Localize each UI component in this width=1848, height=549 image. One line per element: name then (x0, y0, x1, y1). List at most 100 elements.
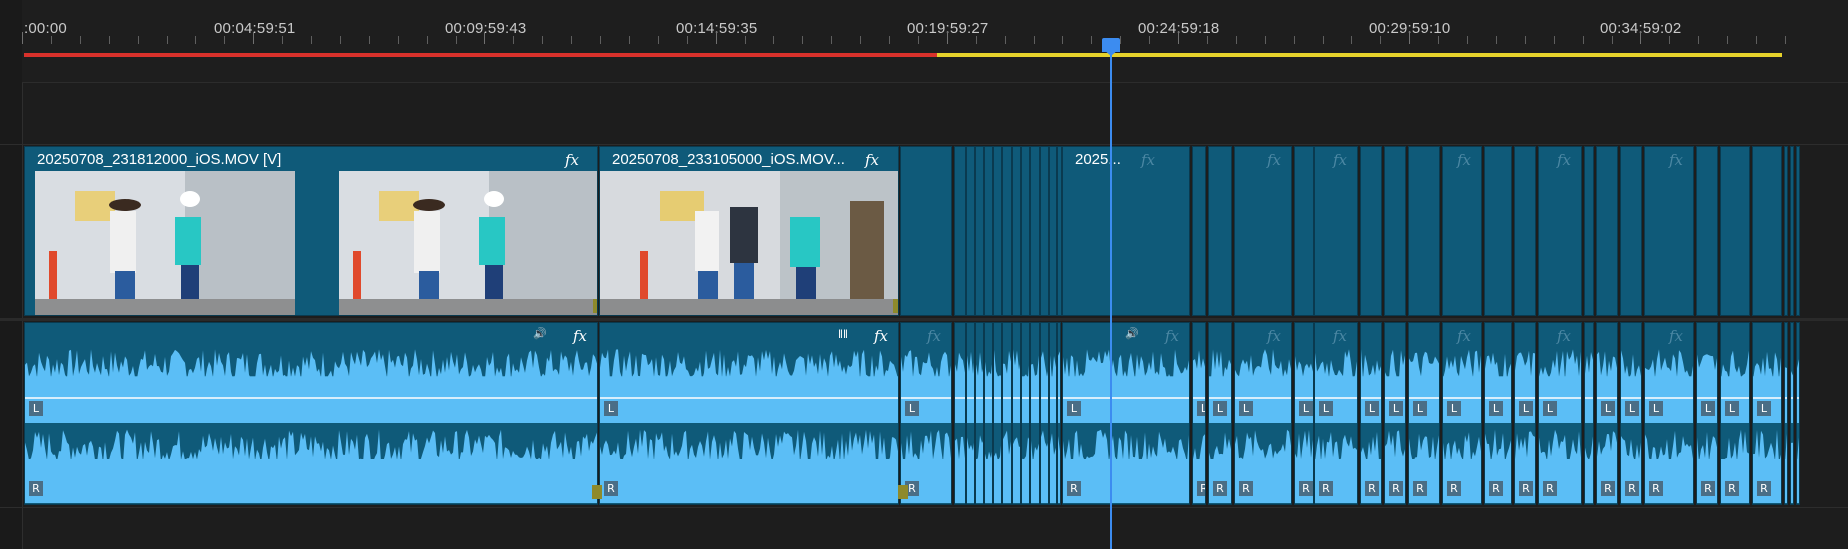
video-clip[interactable]: fx (1644, 146, 1694, 316)
audio-clip[interactable] (975, 322, 984, 505)
audio-clip[interactable]: L Rfx (900, 322, 952, 505)
volume-line[interactable] (1050, 397, 1056, 399)
fx-icon[interactable]: fx (865, 151, 879, 169)
clip-marker[interactable] (593, 299, 597, 313)
volume-line[interactable] (985, 397, 992, 399)
audio-clip[interactable] (984, 322, 993, 505)
volume-line[interactable] (1721, 397, 1749, 399)
audio-clip[interactable] (1040, 322, 1049, 505)
audio-clip[interactable] (993, 322, 1002, 505)
audio-clip[interactable]: L Rfx 🔊 (24, 322, 598, 505)
audio-clip[interactable] (1796, 322, 1800, 505)
volume-line[interactable] (967, 397, 974, 399)
volume-line[interactable] (1003, 397, 1011, 399)
video-clip[interactable] (984, 146, 993, 316)
audio-clip[interactable]: L Rfx (1234, 322, 1292, 505)
volume-line[interactable] (600, 397, 898, 399)
volume-line[interactable] (1058, 397, 1060, 399)
audio-clip[interactable]: LR (1384, 322, 1406, 505)
video-clip[interactable] (1049, 146, 1057, 316)
audio-clip[interactable]: LR (1696, 322, 1718, 505)
audio-clip[interactable] (1002, 322, 1012, 505)
volume-line[interactable] (1193, 397, 1205, 399)
audio-clip[interactable]: L Rfx (1314, 322, 1358, 505)
video-clip[interactable] (1021, 146, 1030, 316)
video-clip[interactable] (1040, 146, 1049, 316)
fx-icon[interactable]: fx (1267, 151, 1281, 169)
audio-clip[interactable]: L Rfx (1538, 322, 1582, 505)
video-clip[interactable]: 2025... fx (1062, 146, 1190, 316)
video-clip[interactable] (1012, 146, 1021, 316)
video-clip[interactable]: fx (1442, 146, 1482, 316)
fx-icon[interactable]: fx (1333, 327, 1347, 345)
video-clip[interactable] (1030, 146, 1040, 316)
volume-line[interactable] (1697, 397, 1717, 399)
volume-line[interactable] (1022, 397, 1029, 399)
clip-marker[interactable] (898, 485, 908, 499)
video-clip[interactable]: fx (1314, 146, 1358, 316)
fx-icon[interactable]: fx (874, 327, 888, 345)
audio-clip[interactable] (1790, 322, 1794, 505)
fx-icon[interactable]: fx (1669, 327, 1683, 345)
video-clip[interactable] (966, 146, 975, 316)
fx-icon[interactable]: fx (565, 151, 579, 169)
video-clip[interactable] (1620, 146, 1642, 316)
audio-clip[interactable]: LR (1208, 322, 1232, 505)
volume-line[interactable] (1443, 397, 1481, 399)
audio-clip[interactable]: LR (1720, 322, 1750, 505)
video-clip[interactable]: 20250708_233105000_iOS.MOV... fx (599, 146, 899, 316)
video-clip[interactable] (1752, 146, 1782, 316)
video-clip[interactable] (975, 146, 984, 316)
video-clip[interactable] (1720, 146, 1750, 316)
video-clip[interactable] (1384, 146, 1406, 316)
video-clip[interactable] (1696, 146, 1718, 316)
audio-clip[interactable]: L Rfx (1644, 322, 1694, 505)
video-clip[interactable] (1208, 146, 1232, 316)
video-clip[interactable] (1192, 146, 1206, 316)
audio-clip[interactable]: LR (1620, 322, 1642, 505)
volume-line[interactable] (25, 397, 597, 399)
clip-marker[interactable] (893, 299, 898, 313)
video-clip[interactable] (1796, 146, 1800, 316)
volume-line[interactable] (1797, 397, 1799, 399)
audio-clip[interactable]: LR (1484, 322, 1512, 505)
video-clip[interactable] (1360, 146, 1382, 316)
video-clip[interactable]: fx (1538, 146, 1582, 316)
audio-clip[interactable] (954, 322, 966, 505)
fx-icon[interactable]: fx (1457, 327, 1471, 345)
volume-line[interactable] (1315, 397, 1357, 399)
video-clip[interactable] (1514, 146, 1536, 316)
audio-clip[interactable]: L Rfx (1442, 322, 1482, 505)
volume-line[interactable] (1515, 397, 1535, 399)
speaker-icon[interactable]: 🔊 (1125, 327, 1139, 340)
volume-line[interactable] (1209, 397, 1231, 399)
time-ruler[interactable]: :00:00 00:04:59:51 00:09:59:43 00:14:59:… (22, 0, 1848, 83)
video-clip[interactable] (1784, 146, 1788, 316)
audio-clip[interactable]: LR (1596, 322, 1618, 505)
fx-icon[interactable]: fx (1333, 151, 1347, 169)
audio-clip[interactable]: LR (1360, 322, 1382, 505)
audio-clip[interactable]: LR (1192, 322, 1206, 505)
clip-marker[interactable] (592, 485, 602, 499)
volume-line[interactable] (1597, 397, 1617, 399)
audio-clip[interactable]: L Rfx 🔊 (1062, 322, 1190, 505)
fx-icon[interactable]: fx (573, 327, 587, 345)
fx-icon[interactable]: fx (1267, 327, 1281, 345)
fx-icon[interactable]: fx (1557, 327, 1571, 345)
volume-line[interactable] (1013, 397, 1020, 399)
waveform-icon[interactable]: ‖‖ (838, 327, 848, 341)
volume-line[interactable] (1621, 397, 1641, 399)
audio-clip[interactable] (1784, 322, 1788, 505)
volume-line[interactable] (1063, 397, 1189, 399)
fx-icon[interactable]: fx (1141, 151, 1155, 169)
audio-clip[interactable] (966, 322, 975, 505)
audio-clip[interactable] (1012, 322, 1021, 505)
fx-icon[interactable]: fx (1557, 151, 1571, 169)
audio-clip[interactable] (1021, 322, 1030, 505)
speaker-icon[interactable]: 🔊 (533, 327, 547, 340)
volume-line[interactable] (1235, 397, 1291, 399)
volume-line[interactable] (955, 397, 965, 399)
audio-clip[interactable]: LR (1752, 322, 1782, 505)
video-clip[interactable]: 20250708_231812000_iOS.MOV [V] fx (24, 146, 598, 316)
volume-line[interactable] (994, 397, 1001, 399)
